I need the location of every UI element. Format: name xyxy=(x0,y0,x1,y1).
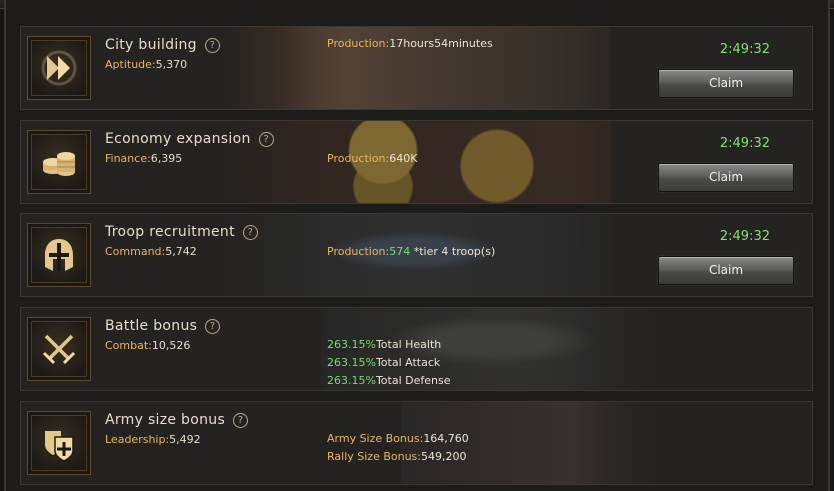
production-line: Production:640K xyxy=(327,152,418,165)
claim-button[interactable]: Claim xyxy=(658,163,794,192)
bonus-health: 263.15%Total Health xyxy=(327,338,442,351)
stat-line: Combat:10,526 xyxy=(105,339,191,352)
stat-line: Aptitude:5,370 xyxy=(105,58,188,71)
row-economy-expansion: Economy expansion? Finance:6,395 Product… xyxy=(20,120,813,204)
shield-plus-icon xyxy=(27,411,91,475)
row-title: Army size bonus? xyxy=(105,412,249,428)
help-icon[interactable]: ? xyxy=(204,38,220,53)
helmet-icon xyxy=(27,223,91,287)
timer: 2:49:32 xyxy=(719,229,770,244)
row-battle-bonus: Battle bonus? Combat:10,526 263.15%Total… xyxy=(20,307,813,391)
army-size-line: Army Size Bonus:164,760 xyxy=(327,432,469,445)
bonus-defense: 263.15%Total Defense xyxy=(327,374,451,387)
timer: 2:49:32 xyxy=(719,136,770,151)
fast-forward-icon xyxy=(27,36,91,100)
coins-icon xyxy=(27,130,91,194)
row-army-size-bonus: Army size bonus? Leadership:5,492 Army S… xyxy=(20,401,813,485)
claim-button[interactable]: Claim xyxy=(658,256,794,285)
row-title: Troop recruitment? xyxy=(105,224,258,240)
rally-size-line: Rally Size Bonus:549,200 xyxy=(327,450,467,463)
bonus-attack: 263.15%Total Attack xyxy=(327,356,441,369)
row-city-building: City building? Aptitude:5,370 Production… xyxy=(20,26,813,110)
claim-button[interactable]: Claim xyxy=(658,69,794,98)
crossed-swords-icon xyxy=(27,317,91,381)
row-troop-recruitment: Troop recruitment? Command:5,742 Product… xyxy=(20,213,813,297)
timer: 2:49:32 xyxy=(719,42,770,57)
production-line: Production:574 *tier 4 troop(s) xyxy=(327,245,496,258)
stat-line: Finance:6,395 xyxy=(105,152,183,165)
stat-line: Command:5,742 xyxy=(105,245,197,258)
production-line: Production:17hours54minutes xyxy=(327,37,493,50)
help-icon[interactable]: ? xyxy=(242,225,258,240)
stat-line: Leadership:5,492 xyxy=(105,433,201,446)
help-icon[interactable]: ? xyxy=(233,413,249,428)
row-title: Battle bonus? xyxy=(105,318,221,334)
row-title: City building? xyxy=(105,37,220,53)
help-icon[interactable]: ? xyxy=(205,319,221,334)
help-icon[interactable]: ? xyxy=(258,132,274,147)
row-title: Economy expansion? xyxy=(105,131,274,147)
